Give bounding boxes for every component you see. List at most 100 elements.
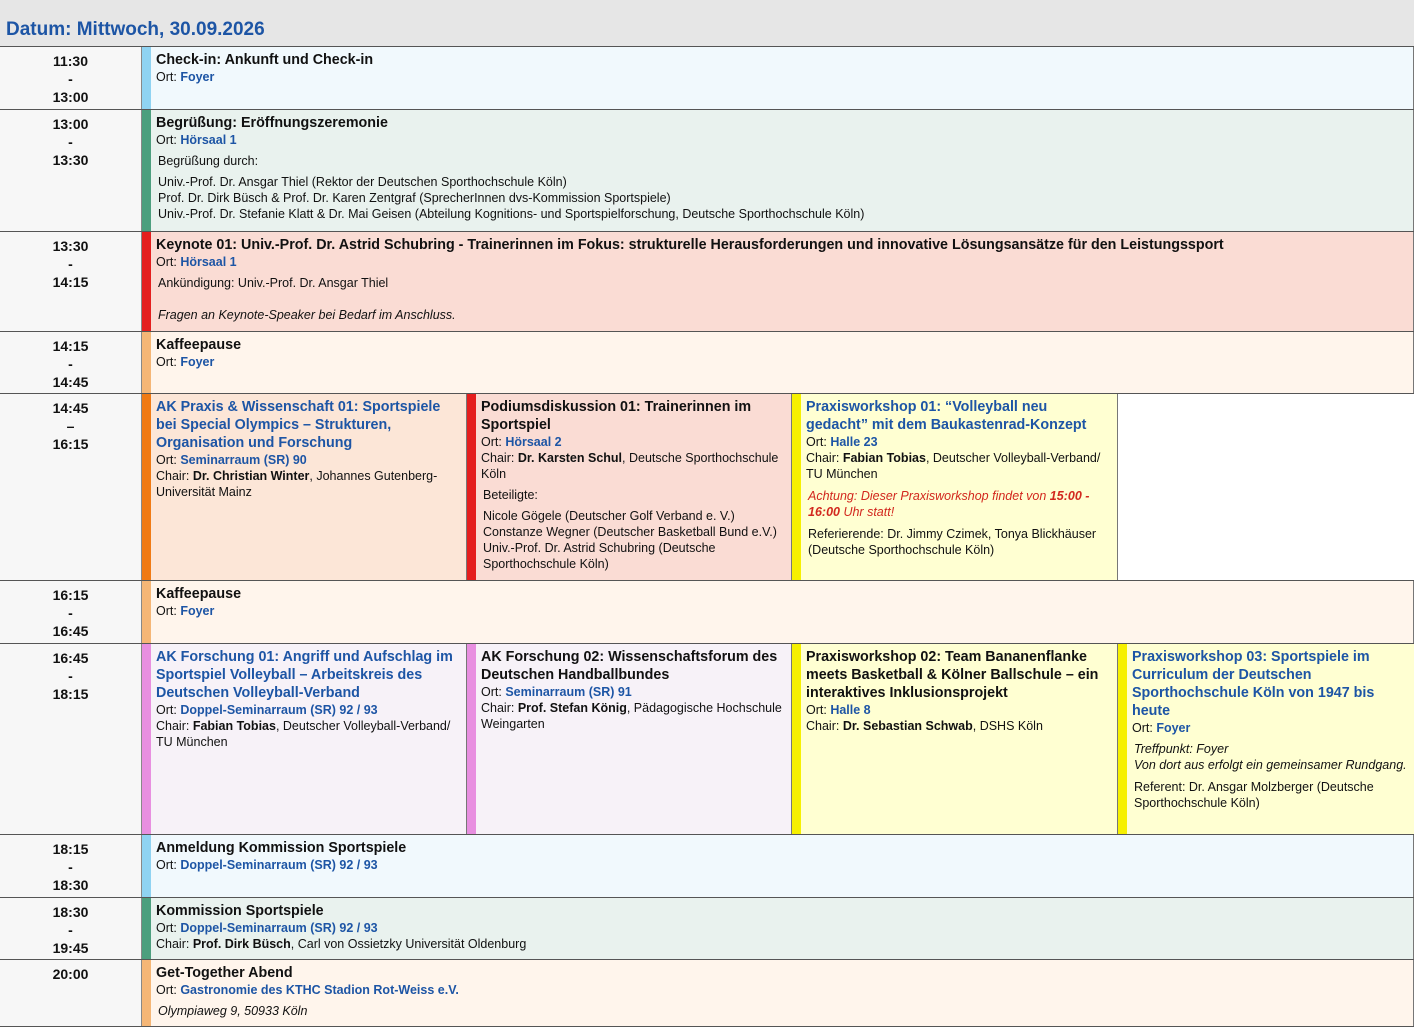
date-title: Datum: Mittwoch, 30.09.2026 (6, 19, 265, 40)
meeting-point: Treffpunkt: Foyer (1134, 742, 1229, 756)
category-bar (792, 394, 801, 580)
session-title: Podiumsdiskussion 01: Trainerinnen im Sp… (481, 399, 752, 433)
schedule-row-get-together: 20:00 Get-Together Abend Ort: Gastronomi… (0, 959, 1414, 1027)
time-slot: 11:30 - 13:00 (0, 47, 142, 109)
location-link[interactable]: Foyer (180, 355, 214, 369)
location-link[interactable]: Gastronomie des KTHC Stadion Rot-Weiss e… (180, 983, 459, 997)
participant-line: Constanze Wegner (Deutscher Basketball B… (483, 525, 777, 539)
session-title: Kommission Sportspiele (156, 903, 324, 919)
participant-line: Nicole Gögele (Deutscher Golf Verband e.… (483, 509, 735, 523)
category-bar (142, 835, 151, 897)
schedule-row-parallel-1: 14:45 – 16:15 AK Praxis & Wissenschaft 0… (0, 393, 1414, 580)
intro-text: Begrüßung durch: (158, 154, 259, 168)
category-bar (142, 332, 151, 393)
keynote-note: Fragen an Keynote-Speaker bei Bedarf im … (158, 308, 456, 322)
location-link[interactable]: Seminarraum (SR) 90 (180, 453, 306, 467)
session-praxisworkshop-02[interactable]: Praxisworkshop 02: Team Bananenflanke me… (792, 644, 1118, 834)
speakers-line: Referierende: Dr. Jimmy Czimek, Tonya Bl… (808, 527, 1097, 557)
session-checkin[interactable]: Check-in: Ankunft und Check-in Ort: Foye… (142, 47, 1414, 109)
session-coffee-break[interactable]: Kaffeepause Ort: Foyer (142, 581, 1414, 643)
session-title: Get-Together Abend (156, 965, 293, 981)
category-bar (142, 898, 151, 959)
location-link[interactable]: Foyer (1156, 721, 1190, 735)
location-link[interactable]: Halle 8 (830, 703, 870, 717)
schedule-row-coffee-2: 16:15 - 16:45 Kaffeepause Ort: Foyer (0, 580, 1414, 643)
category-bar (467, 394, 476, 580)
location-link[interactable]: Seminarraum (SR) 91 (505, 685, 631, 699)
session-title-link[interactable]: AK Forschung 01: Angriff und Aufschlag i… (156, 648, 462, 702)
time-slot: 16:45 - 18:15 (0, 644, 142, 834)
category-bar (792, 644, 801, 834)
participant-line: Univ.-Prof. Dr. Astrid Schubring (Deutsc… (483, 541, 716, 571)
schedule-row-opening: 13:00 - 13:30 Begrüßung: Eröffnungszerem… (0, 109, 1414, 231)
session-title: Check-in: Ankunft und Check-in (156, 52, 374, 68)
location-link[interactable]: Foyer (180, 604, 214, 618)
schedule-row-parallel-2: 16:45 - 18:15 AK Forschung 01: Angriff u… (0, 643, 1414, 834)
session-title: Begrüßung: Eröffnungszeremonie (156, 115, 388, 131)
session-title: Praxisworkshop 02: Team Bananenflanke me… (806, 649, 1099, 701)
speaker-line: Prof. Dr. Dirk Büsch & Prof. Dr. Karen Z… (158, 191, 671, 205)
session-praxisworkshop-03[interactable]: Praxisworkshop 03: Sportspiele im Curric… (1118, 644, 1414, 834)
schedule-row-checkin: 11:30 - 13:00 Check-in: Ankunft und Chec… (0, 46, 1414, 109)
session-title: AK Forschung 02: Wissenschaftsforum des … (481, 649, 778, 683)
session-title: Keynote 01: Univ.-Prof. Dr. Astrid Schub… (156, 237, 1224, 253)
schedule-row-commission: 18:30 - 19:45 Kommission Sportspiele Ort… (0, 897, 1414, 959)
category-bar (1118, 644, 1127, 834)
chair-line: Chair: Prof. Stefan König, Pädagogische … (481, 701, 782, 731)
category-bar (142, 644, 151, 834)
speaker-line: Univ.-Prof. Dr. Ansgar Thiel (Rektor der… (158, 175, 567, 189)
session-keynote[interactable]: Keynote 01: Univ.-Prof. Dr. Astrid Schub… (142, 232, 1414, 331)
category-bar (142, 110, 151, 231)
session-registration[interactable]: Anmeldung Kommission Sportspiele Ort: Do… (142, 835, 1414, 897)
time-slot: 18:15 - 18:30 (0, 835, 142, 897)
location-link[interactable]: Doppel-Seminarraum (SR) 92 / 93 (180, 703, 377, 717)
session-get-together[interactable]: Get-Together Abend Ort: Gastronomie des … (142, 960, 1414, 1026)
session-commission[interactable]: Kommission Sportspiele Ort: Doppel-Semin… (142, 898, 1414, 959)
date-header: Datum: Mittwoch, 30.09.2026 (0, 0, 1414, 46)
category-bar (467, 644, 476, 834)
speaker-line: Referent: Dr. Ansgar Molzberger (Deutsch… (1134, 780, 1374, 810)
session-title: Kaffeepause (156, 337, 242, 353)
session-title: Kaffeepause (156, 586, 242, 602)
location-link[interactable]: Halle 23 (830, 435, 877, 449)
time-slot: 20:00 (0, 960, 142, 1026)
participants-label: Beteiligte: (483, 488, 538, 502)
category-bar (142, 581, 151, 643)
time-slot: 16:15 - 16:45 (0, 581, 142, 643)
time-slot: 13:00 - 13:30 (0, 110, 142, 231)
session-title-link[interactable]: Praxisworkshop 01: “Volleyball neu gedac… (806, 398, 1113, 434)
chair-line: Chair: Dr. Sebastian Schwab, DSHS Köln (806, 719, 1043, 733)
category-bar (142, 47, 151, 109)
location-link[interactable]: Hörsaal 1 (180, 133, 236, 147)
time-slot: 13:30 - 14:15 (0, 232, 142, 331)
session-title-link[interactable]: AK Praxis & Wissenschaft 01: Sportspiele… (156, 398, 462, 452)
category-bar (142, 232, 151, 331)
address: Olympiaweg 9, 50933 Köln (158, 1004, 308, 1018)
session-title-link[interactable]: Praxisworkshop 03: Sportspiele im Curric… (1132, 648, 1410, 720)
location-link[interactable]: Hörsaal 1 (180, 255, 236, 269)
category-bar (142, 394, 151, 580)
location-link[interactable]: Hörsaal 2 (505, 435, 561, 449)
session-ak-forschung-02[interactable]: AK Forschung 02: Wissenschaftsforum des … (467, 644, 792, 834)
tour-note: Von dort aus erfolgt ein gemeinsamer Run… (1134, 758, 1407, 772)
location-link[interactable]: Foyer (180, 70, 214, 84)
session-ak-forschung-01[interactable]: AK Forschung 01: Angriff und Aufschlag i… (142, 644, 467, 834)
session-praxisworkshop-01[interactable]: Praxisworkshop 01: “Volleyball neu gedac… (792, 394, 1118, 580)
location-link[interactable]: Doppel-Seminarraum (SR) 92 / 93 (180, 858, 377, 872)
time-warning: Achtung: Dieser Praxisworkshop findet vo… (808, 489, 1090, 519)
announcement: Ankündigung: Univ.-Prof. Dr. Ansgar Thie… (158, 276, 389, 290)
speaker-line: Univ.-Prof. Dr. Stefanie Klatt & Dr. Mai… (158, 207, 865, 221)
session-opening[interactable]: Begrüßung: Eröffnungszeremonie Ort: Hörs… (142, 110, 1414, 231)
schedule-row-coffee-1: 14:15 - 14:45 Kaffeepause Ort: Foyer (0, 331, 1414, 393)
chair-line: Chair: Dr. Christian Winter, Johannes Gu… (156, 469, 438, 499)
category-bar (142, 960, 151, 1026)
time-slot: 18:30 - 19:45 (0, 898, 142, 959)
session-podium-01[interactable]: Podiumsdiskussion 01: Trainerinnen im Sp… (467, 394, 792, 580)
session-coffee-break[interactable]: Kaffeepause Ort: Foyer (142, 332, 1414, 393)
schedule-row-keynote: 13:30 - 14:15 Keynote 01: Univ.-Prof. Dr… (0, 231, 1414, 331)
session-ak-praxis-01[interactable]: AK Praxis & Wissenschaft 01: Sportspiele… (142, 394, 467, 580)
time-slot: 14:15 - 14:45 (0, 332, 142, 393)
location-link[interactable]: Doppel-Seminarraum (SR) 92 / 93 (180, 921, 377, 935)
chair-line: Chair: Prof. Dirk Büsch, Carl von Ossiet… (156, 937, 527, 951)
chair-line: Chair: Fabian Tobias, Deutscher Volleyba… (806, 451, 1101, 481)
